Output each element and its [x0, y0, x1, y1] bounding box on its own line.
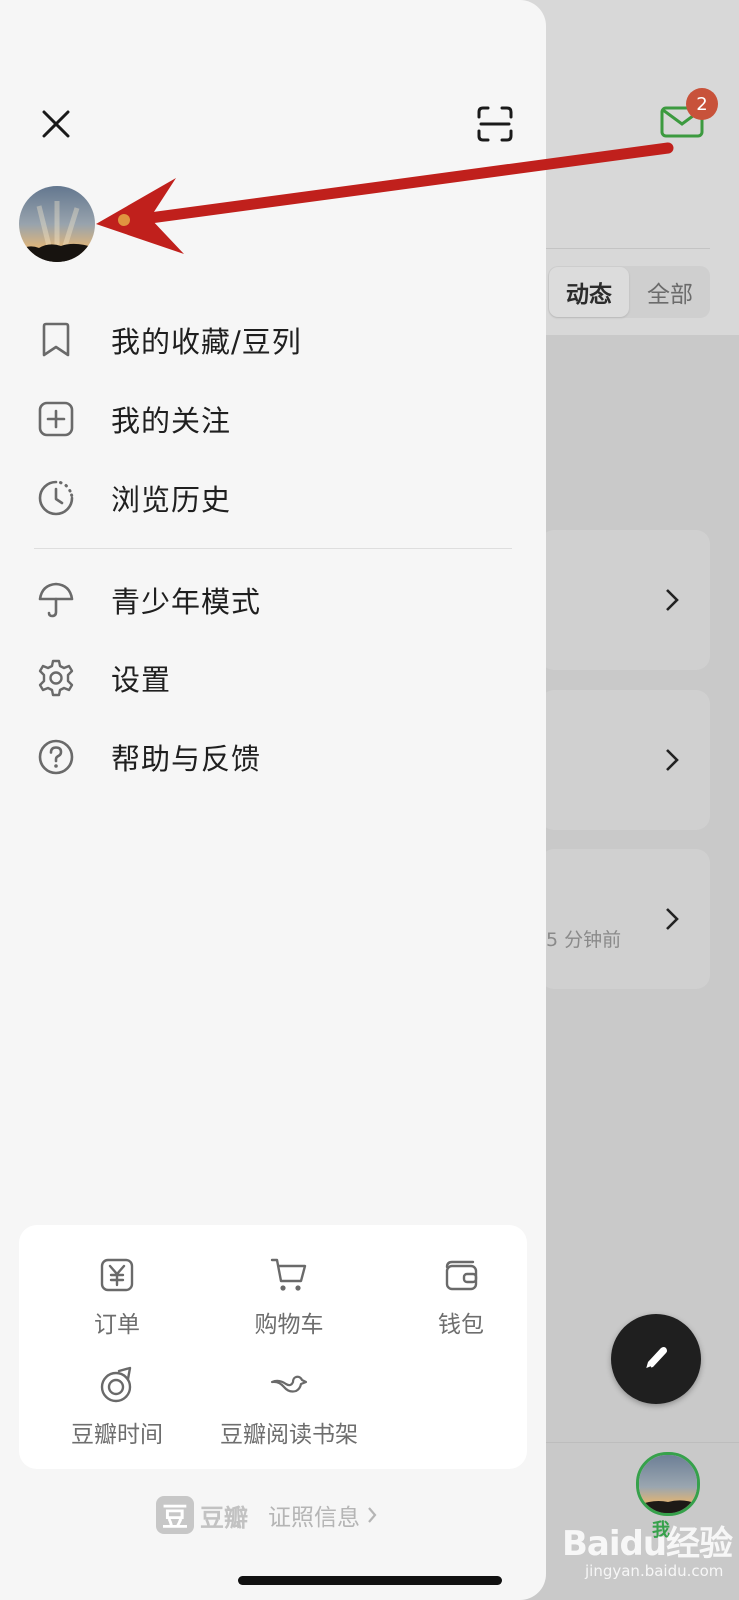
feed-card[interactable] — [540, 690, 710, 830]
user-avatar[interactable] — [19, 186, 95, 262]
tool-douban-time[interactable]: 豆瓣时间 — [37, 1365, 197, 1455]
menu-item-label: 设置 — [111, 663, 172, 697]
tool-reading-shelf[interactable]: 豆瓣阅读书架 — [209, 1365, 369, 1455]
scan-icon[interactable] — [475, 104, 515, 144]
sunset-avatar-image — [19, 186, 95, 262]
menu-item-teen-mode[interactable]: 青少年模式 — [36, 570, 516, 630]
side-drawer: 我的收藏/豆列 我的关注 浏览历史 青少年模式 设置 帮助与反馈 订单 购物车 … — [0, 0, 546, 1600]
sunset-avatar-image — [639, 1455, 697, 1513]
tool-label: 购物车 — [254, 1312, 324, 1338]
mail-badge: 2 — [686, 88, 718, 120]
tool-label: 订单 — [94, 1312, 140, 1338]
tabbar-divider — [540, 1442, 739, 1443]
watermark-url: jingyan.baidu.com — [585, 1562, 724, 1580]
menu-item-label: 我的收藏/豆列 — [111, 325, 302, 359]
tool-orders[interactable]: 订单 — [37, 1255, 197, 1345]
douban-logo-text: 豆瓣 — [200, 1503, 248, 1532]
gear-icon — [38, 659, 74, 697]
chevron-right-icon[interactable] — [366, 1505, 378, 1525]
menu-item-label: 帮助与反馈 — [111, 742, 262, 776]
yen-order-icon — [100, 1258, 134, 1292]
cart-icon — [270, 1258, 307, 1291]
feed-card[interactable] — [540, 530, 710, 670]
menu-item-label: 青少年模式 — [111, 585, 262, 619]
chevron-right-icon — [666, 749, 679, 771]
tool-label: 豆瓣阅读书架 — [220, 1422, 358, 1448]
menu-item-label: 我的关注 — [111, 404, 232, 438]
compose-button[interactable] — [611, 1314, 701, 1404]
tool-cart[interactable]: 购物车 — [209, 1255, 369, 1345]
background-divider — [540, 248, 710, 249]
menu-item-following[interactable]: 我的关注 — [36, 389, 516, 449]
footer: 豆 豆瓣 证照信息 — [156, 1495, 378, 1535]
bookmark-icon — [42, 322, 70, 357]
pen-icon — [645, 1347, 667, 1370]
feed-card[interactable]: 5 分钟前 — [540, 849, 710, 989]
history-clock-icon — [38, 480, 74, 516]
menu-item-history[interactable]: 浏览历史 — [36, 468, 516, 528]
watermark: Baidu经验 — [562, 1524, 733, 1564]
tools-panel: 订单 购物车 钱包 豆瓣时间 豆瓣阅读书架 — [19, 1225, 527, 1469]
close-icon[interactable] — [36, 104, 76, 144]
chevron-right-icon — [666, 589, 679, 611]
umbrella-icon — [38, 582, 74, 618]
tool-label: 豆瓣时间 — [71, 1422, 163, 1448]
tab-all[interactable]: 全部 — [632, 267, 708, 317]
tab-dynamic[interactable]: 动态 — [549, 267, 629, 317]
bird-bookshelf-icon — [270, 1375, 308, 1393]
menu-item-favorites[interactable]: 我的收藏/豆列 — [36, 310, 516, 370]
menu-item-help[interactable]: 帮助与反馈 — [36, 727, 516, 787]
menu-item-label: 浏览历史 — [111, 483, 232, 517]
chevron-right-icon — [666, 908, 679, 930]
tab-me-avatar[interactable] — [636, 1452, 700, 1516]
menu-item-settings[interactable]: 设置 — [36, 648, 516, 708]
douban-time-icon — [100, 1366, 132, 1403]
card-timestamp: 5 分钟前 — [546, 929, 622, 951]
help-circle-icon — [38, 739, 74, 775]
home-indicator[interactable] — [238, 1576, 502, 1585]
menu-divider — [34, 548, 512, 549]
wallet-icon — [445, 1260, 478, 1291]
license-link[interactable]: 证照信息 — [268, 1498, 360, 1532]
plus-square-icon — [38, 401, 74, 437]
douban-logo: 豆 — [156, 1496, 194, 1534]
tool-label: 钱包 — [438, 1312, 484, 1338]
tool-wallet[interactable]: 钱包 — [381, 1255, 541, 1345]
